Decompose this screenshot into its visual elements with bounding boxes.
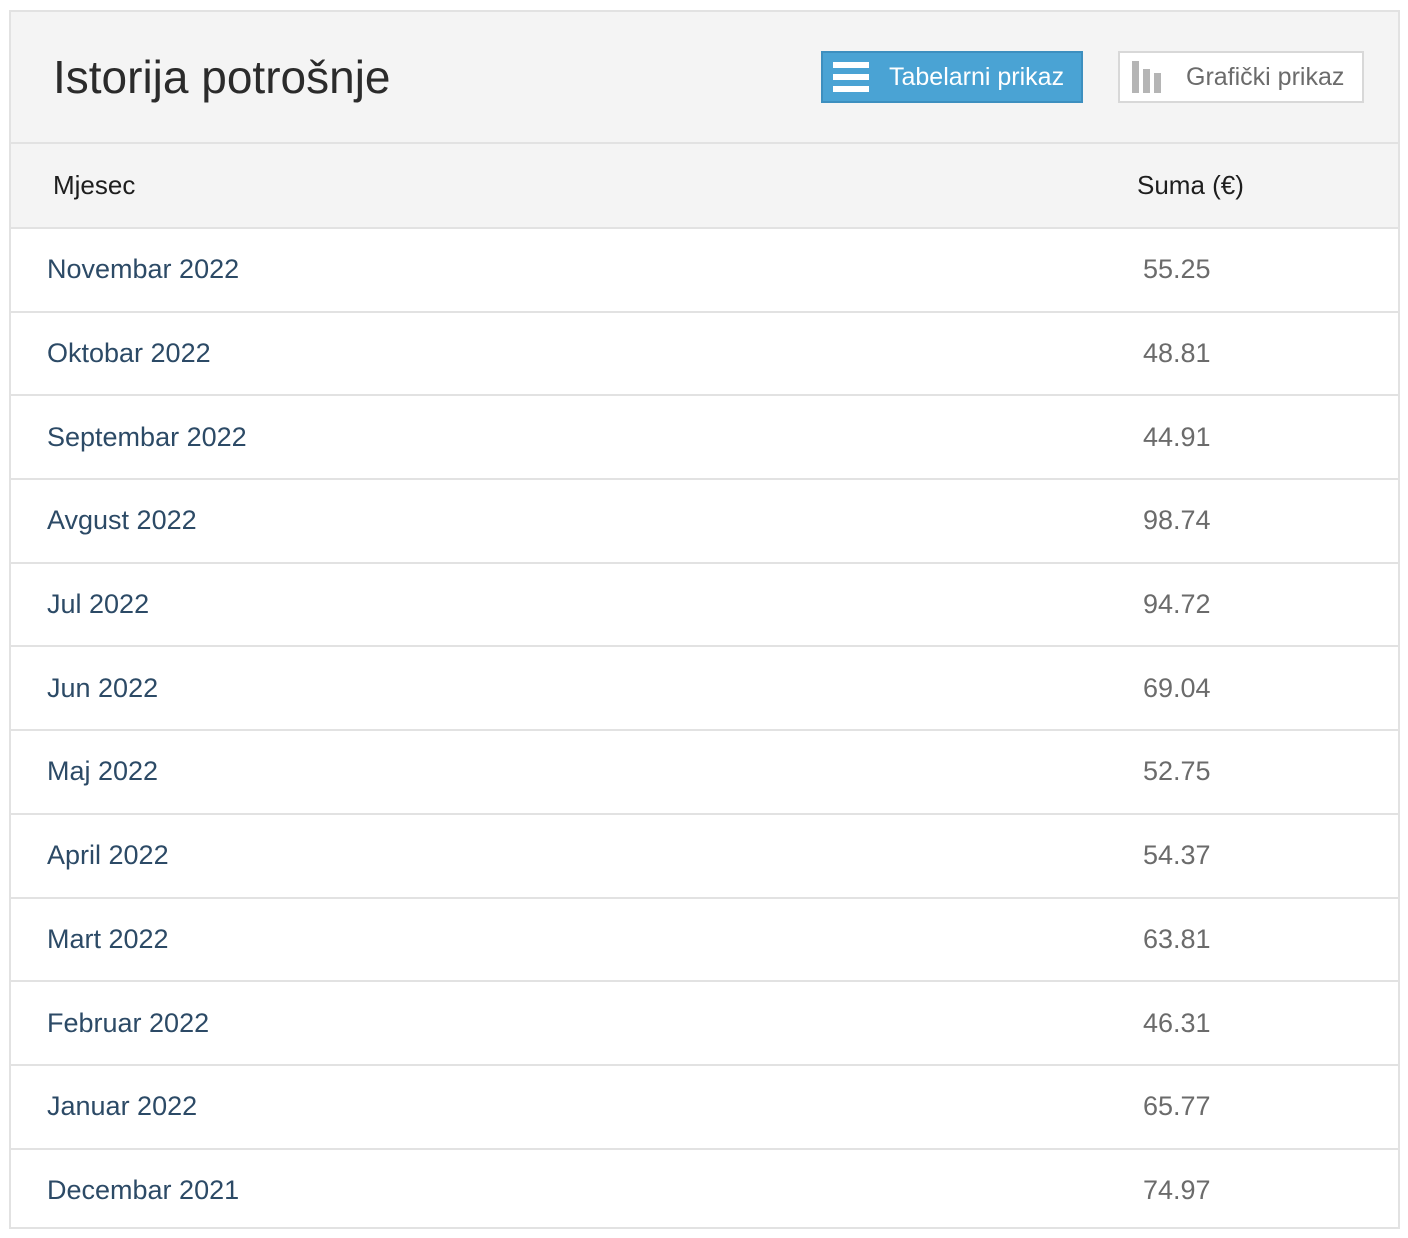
- month-cell[interactable]: Jul 2022: [11, 562, 1137, 648]
- table-header-row: Mjesec Suma (€): [11, 144, 1398, 229]
- month-cell[interactable]: Februar 2022: [11, 981, 1137, 1066]
- sum-cell: 74.97: [1143, 1175, 1211, 1206]
- table-row[interactable]: April 2022 54.37: [11, 813, 1398, 899]
- sum-cell: 48.81: [1137, 311, 1398, 397]
- column-header-sum[interactable]: Suma (€): [1137, 144, 1398, 229]
- sum-cell: 94.72: [1137, 562, 1398, 648]
- spending-history-panel: Istorija potrošnje Tabelarni prikaz Graf…: [9, 10, 1400, 1229]
- table-row[interactable]: Januar 2022 65.77: [11, 1064, 1398, 1150]
- sum-cell: 52.75: [1137, 730, 1398, 815]
- table-row[interactable]: Decembar 2021 74.97: [11, 1149, 1398, 1233]
- month-cell[interactable]: Januar 2022: [11, 1064, 1137, 1150]
- table-row[interactable]: Maj 2022 52.75: [11, 730, 1398, 815]
- sum-cell: 98.74: [1137, 479, 1398, 564]
- bar-chart-icon: [1130, 59, 1166, 95]
- table-view-label: Tabelarni prikaz: [889, 62, 1065, 91]
- column-header-month[interactable]: Mjesec: [11, 144, 1137, 229]
- month-cell[interactable]: Maj 2022: [11, 730, 1137, 815]
- month-cell[interactable]: Septembar 2022: [11, 395, 1137, 481]
- table-view-button[interactable]: Tabelarni prikaz: [821, 51, 1083, 103]
- month-cell[interactable]: Decembar 2021: [11, 1149, 1137, 1233]
- month-cell[interactable]: Avgust 2022: [11, 479, 1137, 564]
- table-row[interactable]: Jul 2022 94.72: [11, 562, 1398, 648]
- sum-cell: 55.25: [1137, 228, 1398, 313]
- chart-view-button[interactable]: Grafički prikaz: [1118, 51, 1364, 103]
- table-row[interactable]: Oktobar 2022 48.81: [11, 311, 1398, 397]
- month-cell[interactable]: Jun 2022: [11, 646, 1137, 732]
- table-row[interactable]: Novembar 2022 55.25: [11, 228, 1398, 313]
- month-cell[interactable]: Mart 2022: [11, 897, 1137, 983]
- table-row[interactable]: Jun 2022 69.04: [11, 646, 1398, 732]
- table-row[interactable]: Februar 2022 46.31: [11, 981, 1398, 1066]
- sum-cell: 65.77: [1137, 1064, 1398, 1150]
- month-cell[interactable]: April 2022: [11, 813, 1137, 899]
- table-row[interactable]: Septembar 2022 44.91: [11, 395, 1398, 481]
- spending-table: Mjesec Suma (€) Novembar 2022 55.25 Oktoba…: [11, 144, 1398, 1232]
- sum-cell: 44.91: [1137, 395, 1398, 481]
- month-cell[interactable]: Oktobar 2022: [11, 311, 1137, 397]
- panel-header: Istorija potrošnje Tabelarni prikaz Graf…: [11, 12, 1398, 144]
- list-icon: [833, 59, 869, 95]
- sum-cell: 69.04: [1137, 646, 1398, 732]
- table-body: Novembar 2022 55.25 Oktobar 2022 48.81 Septe…: [11, 228, 1398, 1232]
- sum-cell: 63.81: [1137, 897, 1398, 983]
- chart-view-label: Grafički prikaz: [1186, 62, 1345, 91]
- page-title: Istorija potrošnje: [53, 51, 391, 103]
- table-row[interactable]: Mart 2022 63.81: [11, 897, 1398, 983]
- month-cell[interactable]: Novembar 2022: [11, 228, 1137, 313]
- sum-cell: 46.31: [1137, 981, 1398, 1066]
- table-row[interactable]: Avgust 2022 98.74: [11, 479, 1398, 564]
- sum-cell: 54.37: [1137, 813, 1398, 899]
